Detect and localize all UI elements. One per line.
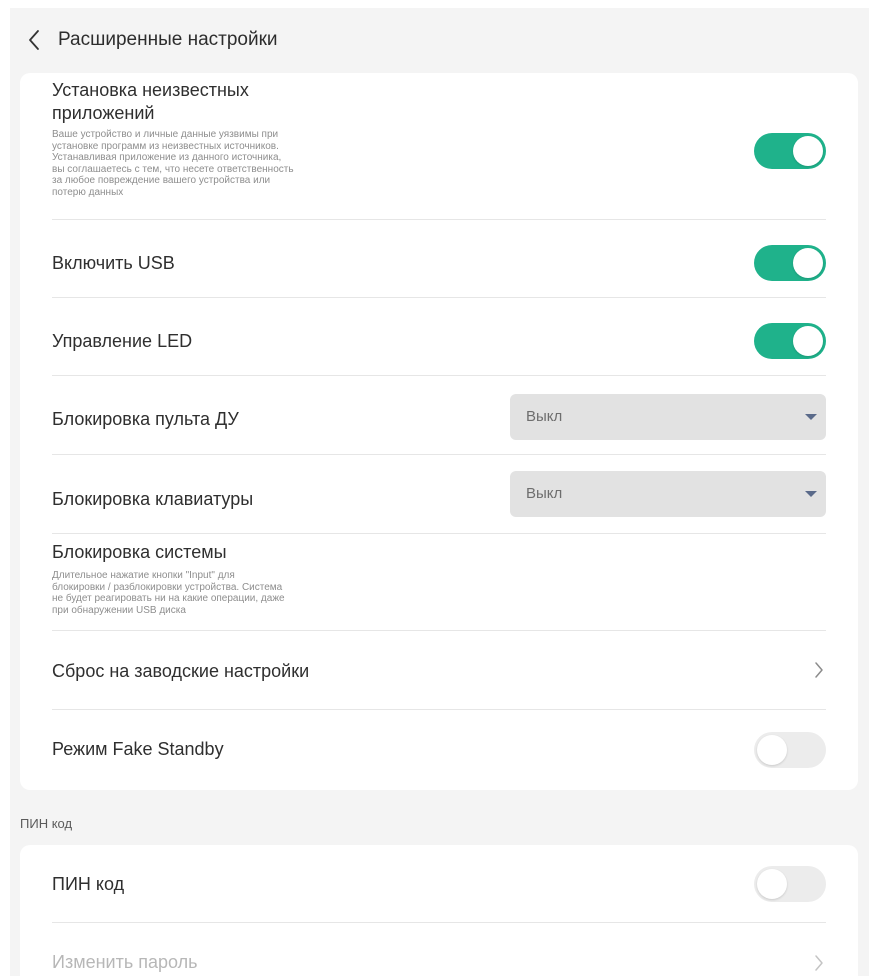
toggle-knob xyxy=(793,326,823,356)
chevron-right-icon xyxy=(815,662,823,678)
setting-title: Управление LED xyxy=(52,331,193,351)
toggle-knob xyxy=(793,248,823,278)
select-value: Выкл xyxy=(526,485,563,502)
setting-pin: ПИН код xyxy=(52,845,826,923)
title-line: Установка неизвестных xyxy=(52,80,249,100)
fake-standby-toggle[interactable] xyxy=(754,732,826,768)
desc-line: блокировки / разблокировки устройства. С… xyxy=(52,581,283,593)
caret-down-icon xyxy=(805,414,817,420)
desc-line: вы соглашаетесь с тем, что несете ответс… xyxy=(52,163,294,175)
setting-usb: Включить USB xyxy=(52,219,826,298)
setting-title: ПИН код xyxy=(52,874,125,894)
desc-line: при обнаружении USB диска xyxy=(52,604,186,616)
setting-title: Сброс на заводские настройки xyxy=(52,661,310,681)
remote-lock-select[interactable]: Выкл xyxy=(510,394,826,440)
screen: Расширенные настройки Установка неизвест… xyxy=(0,0,869,976)
settings-card: Установка неизвестных приложений Ваше ус… xyxy=(20,73,858,790)
led-toggle[interactable] xyxy=(754,323,826,359)
desc-line: Длительное нажатие кнопки "Input" для xyxy=(52,570,235,581)
back-button[interactable] xyxy=(24,27,44,53)
page-title: Расширенные настройки xyxy=(58,29,278,50)
title-line: приложений xyxy=(52,103,155,123)
desc-line: за любое повреждение вашего устройства и… xyxy=(52,175,271,186)
desc-line: Ваше устройство и личные данные уязвимы … xyxy=(52,129,279,140)
section-label-pin: ПИН код xyxy=(20,816,73,831)
setting-title: Блокировка пульта ДУ xyxy=(52,409,239,429)
usb-toggle[interactable] xyxy=(754,245,826,281)
pin-toggle[interactable] xyxy=(754,866,826,902)
setting-title: Включить USB xyxy=(52,253,175,273)
desc-line: потерю данных xyxy=(52,186,124,198)
setting-title: Блокировка клавиатуры xyxy=(52,489,254,509)
setting-unknown-apps: Установка неизвестных приложений Ваше ус… xyxy=(52,73,826,220)
setting-fake-standby: Режим Fake Standby xyxy=(52,709,826,790)
desc-line: Устанавливая приложение из данного источ… xyxy=(52,152,282,163)
setting-system-lock[interactable]: Блокировка системы Длительное нажатие кн… xyxy=(52,533,826,631)
unknown-apps-toggle[interactable] xyxy=(754,133,826,169)
setting-keyboard-lock: Блокировка клавиатуры Выкл xyxy=(52,454,826,534)
setting-title: Установка неизвестных приложений xyxy=(52,79,249,125)
setting-description: Длительное нажатие кнопки "Input" для бл… xyxy=(52,570,412,616)
toggle-knob xyxy=(757,869,787,899)
setting-description: Ваше устройство и личные данные уязвимы … xyxy=(52,129,392,198)
desc-line: не будет реагировать ни на какие операци… xyxy=(52,593,285,604)
header: Расширенные настройки xyxy=(10,8,869,72)
setting-led: Управление LED xyxy=(52,297,826,376)
setting-change-password[interactable]: Изменить пароль xyxy=(52,922,826,976)
desc-line: установке программ из неизвестных источн… xyxy=(52,140,279,152)
toggle-knob xyxy=(793,136,823,166)
chevron-left-icon xyxy=(29,30,39,50)
setting-remote-lock: Блокировка пульта ДУ Выкл xyxy=(52,375,826,455)
setting-title: Изменить пароль xyxy=(52,952,198,972)
select-value: Выкл xyxy=(526,408,563,425)
caret-down-icon xyxy=(805,491,817,497)
setting-factory-reset[interactable]: Сброс на заводские настройки xyxy=(52,630,826,710)
keyboard-lock-select[interactable]: Выкл xyxy=(510,471,826,517)
setting-title: Блокировка системы xyxy=(52,542,227,562)
setting-title: Режим Fake Standby xyxy=(52,739,224,759)
pin-card: ПИН код Изменить пароль xyxy=(20,845,858,976)
chevron-right-icon xyxy=(815,955,823,971)
toggle-knob xyxy=(757,735,787,765)
